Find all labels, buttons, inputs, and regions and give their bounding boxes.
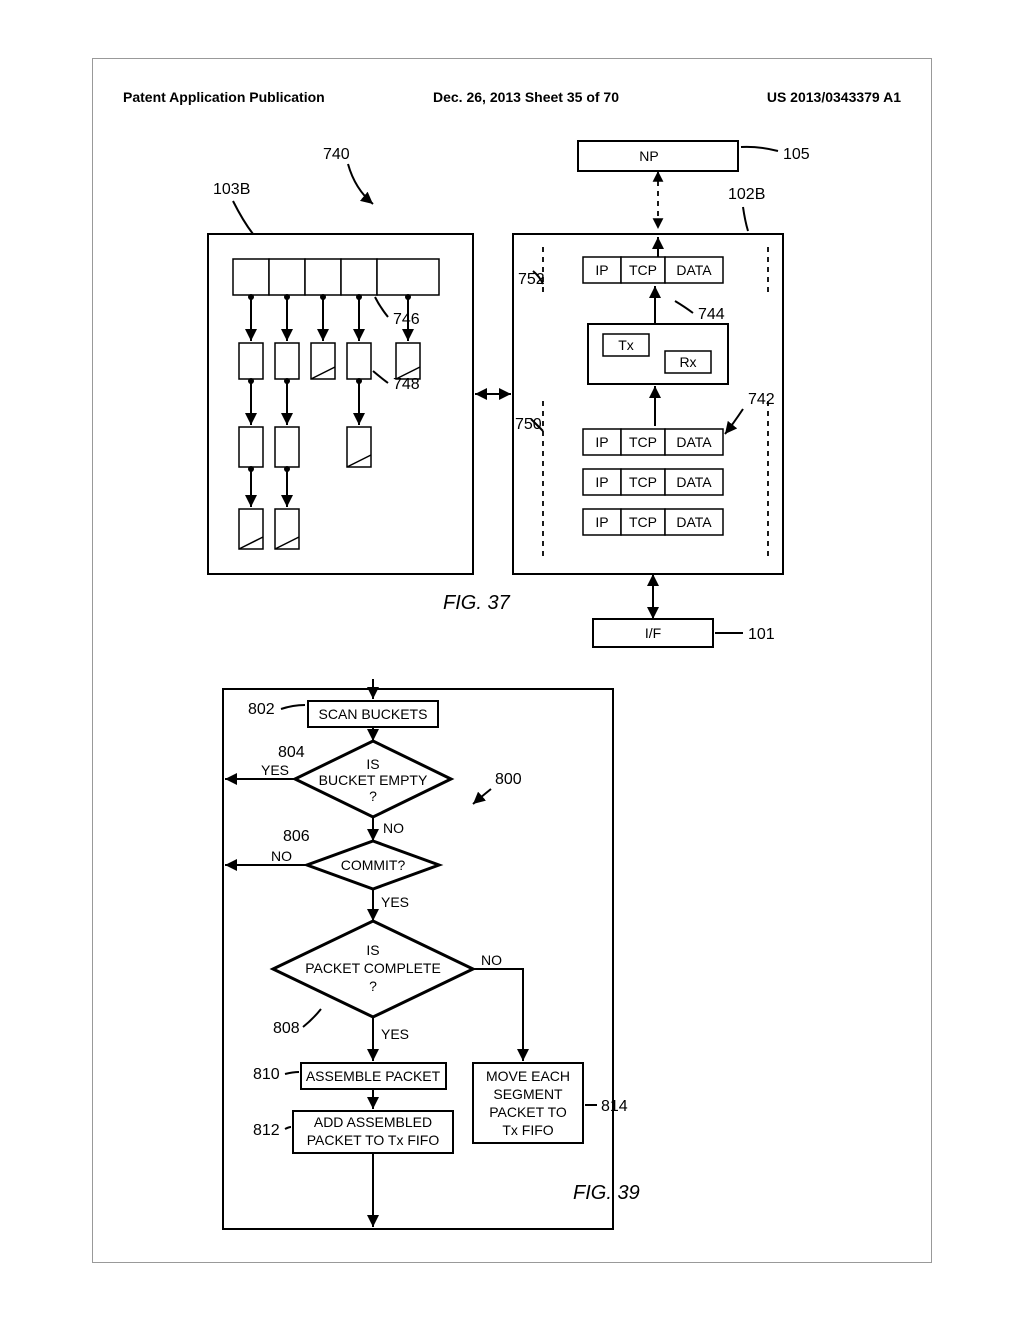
dec-empty-l3: ? [369, 788, 377, 804]
fig39-caption: FIG. 39 [573, 1182, 640, 1204]
svg-text:TCP: TCP [629, 434, 657, 450]
packet-row-752: IP TCP DATA [583, 257, 723, 283]
ref-742: 742 [748, 391, 775, 408]
figure-37: 740 103B 746 [93, 129, 933, 749]
ref-748: 748 [393, 376, 420, 393]
figure-39: 800 SCAN BUCKETS 802 IS BUCKET EMPTY ? 8… [153, 679, 753, 1239]
svg-text:IP: IP [595, 474, 608, 490]
svg-text:MOVE EACH: MOVE EACH [486, 1068, 570, 1084]
ref-101: 101 [748, 626, 775, 643]
svg-text:DATA: DATA [676, 434, 712, 450]
svg-text:DATA: DATA [676, 262, 712, 278]
svg-text:TCP: TCP [629, 474, 657, 490]
svg-text:ADD ASSEMBLED: ADD ASSEMBLED [314, 1114, 432, 1130]
ref-105: 105 [783, 146, 810, 163]
dec-commit: COMMIT? [341, 857, 406, 873]
svg-text:DATA: DATA [676, 474, 712, 490]
ref-806: 806 [283, 828, 310, 845]
ref-810: 810 [253, 1066, 280, 1083]
svg-text:?: ? [369, 978, 377, 994]
header-sheet: Dec. 26, 2013 Sheet 35 of 70 [433, 89, 619, 105]
dec-empty-l1: IS [366, 756, 379, 772]
ref-800: 800 [495, 771, 522, 788]
fig37-caption: FIG. 37 [443, 592, 511, 614]
ref-746: 746 [393, 311, 420, 328]
ref-744: 744 [698, 306, 725, 323]
branch-yes-2: YES [381, 894, 409, 910]
branch-yes-1: YES [261, 762, 289, 778]
branch-no-3: NO [481, 952, 502, 968]
svg-text:IP: IP [595, 434, 608, 450]
ref-802: 802 [248, 701, 275, 718]
step-scan: SCAN BUCKETS [319, 706, 428, 722]
svg-text:IP: IP [595, 514, 608, 530]
ref-814: 814 [601, 1098, 628, 1115]
tx-label: Tx [618, 337, 634, 353]
svg-text:IP: IP [595, 262, 608, 278]
ref-102B: 102B [728, 186, 765, 203]
svg-text:PACKET TO: PACKET TO [489, 1104, 567, 1120]
if-label: I/F [645, 625, 661, 641]
svg-text:SEGMENT: SEGMENT [493, 1086, 563, 1102]
ref-103B: 103B [213, 181, 250, 198]
svg-text:TCP: TCP [629, 262, 657, 278]
svg-text:PACKET COMPLETE: PACKET COMPLETE [305, 960, 441, 976]
svg-text:PACKET TO Tx FIFO: PACKET TO Tx FIFO [307, 1132, 440, 1148]
svg-text:Tx FIFO: Tx FIFO [502, 1122, 553, 1138]
svg-text:IS: IS [366, 942, 379, 958]
ref-740: 740 [323, 146, 350, 163]
np-label: NP [639, 148, 658, 164]
page-frame: Patent Application Publication Dec. 26, … [92, 58, 932, 1263]
branch-no-2: NO [271, 848, 292, 864]
packet-stack-742: IP TCP DATA IP TCP DATA IP TCP DATA [583, 429, 723, 535]
svg-text:TCP: TCP [629, 514, 657, 530]
svg-text:DATA: DATA [676, 514, 712, 530]
ref-812: 812 [253, 1122, 280, 1139]
branch-yes-3: YES [381, 1026, 409, 1042]
ref-804: 804 [278, 744, 305, 761]
ref-808: 808 [273, 1020, 300, 1037]
rx-label: Rx [679, 354, 696, 370]
page-header: Patent Application Publication Dec. 26, … [123, 89, 901, 105]
step-assemble: ASSEMBLE PACKET [306, 1068, 441, 1084]
header-docnum: US 2013/0343379 A1 [767, 89, 901, 105]
branch-no-1: NO [383, 820, 404, 836]
header-publication: Patent Application Publication [123, 89, 325, 105]
dec-empty-l2: BUCKET EMPTY [319, 772, 428, 788]
